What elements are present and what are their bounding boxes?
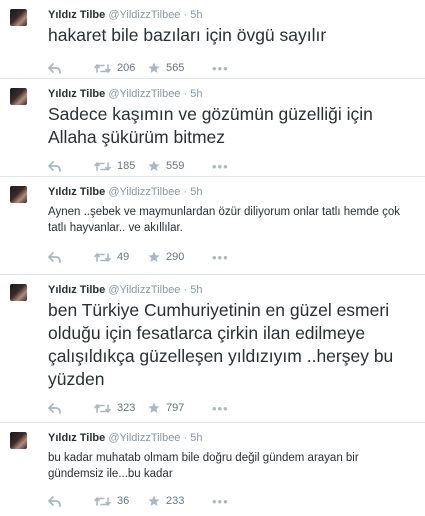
reply-icon (48, 402, 61, 414)
reply-button[interactable] (48, 495, 94, 507)
user-handle[interactable]: @YildizzTilbee (108, 9, 180, 21)
retweet-icon (94, 63, 111, 74)
favorite-button[interactable]: 233 (148, 495, 212, 507)
tweet-header: Yıldız Tilbe @YildizzTilbee · 5h (48, 283, 415, 297)
reply-button[interactable] (48, 160, 94, 172)
retweet-button[interactable]: 185 (94, 160, 148, 172)
more-icon: ••• (212, 249, 229, 265)
tweet-actions: 323 797 ••• (48, 393, 415, 423)
retweet-icon (94, 403, 111, 414)
favorite-button[interactable]: 565 (148, 62, 212, 74)
tweet-header: Yıldız Tilbe @YildizzTilbee · 5h (48, 431, 415, 445)
more-icon: ••• (212, 400, 229, 416)
timestamp[interactable]: 5h (190, 284, 202, 296)
reply-button[interactable] (48, 62, 94, 74)
timestamp[interactable]: 5h (190, 186, 202, 198)
tweet-feed: Yıldız Tilbe @YildizzTilbee · 5h hakaret… (0, 0, 425, 513)
retweet-icon (94, 161, 111, 172)
reply-icon (48, 251, 61, 263)
avatar[interactable] (10, 284, 27, 301)
retweet-button[interactable]: 36 (94, 495, 148, 507)
more-icon: ••• (212, 158, 229, 174)
retweet-button[interactable]: 323 (94, 402, 148, 414)
tweet-text: Aynen ..şebek ve maymunlardan özür diliy… (48, 206, 400, 234)
user-handle[interactable]: @YildizzTilbee (108, 88, 180, 100)
retweet-count: 49 (117, 251, 130, 263)
reply-button[interactable] (48, 402, 94, 414)
user-handle[interactable]: @YildizzTilbee (108, 284, 180, 296)
tweet[interactable]: Yıldız Tilbe @YildizzTilbee · 5h bu kada… (0, 423, 425, 513)
tweet-text: bu kadar muhatab olmam bile doğru değil … (48, 452, 359, 480)
reply-icon (48, 160, 61, 172)
tweet-text: Sadece kaşımın ve gözümün güzelliği için… (48, 104, 373, 147)
star-icon (148, 495, 160, 507)
separator-dot: · (183, 88, 188, 100)
retweet-button[interactable]: 206 (94, 62, 148, 74)
separator-dot: · (183, 9, 188, 21)
tweet-text: hakaret bile bazıları için övgü sayılır (48, 25, 327, 45)
favorite-button[interactable]: 797 (148, 402, 212, 414)
favorite-count: 559 (166, 160, 185, 172)
reply-button[interactable] (48, 251, 94, 263)
tweet[interactable]: Yıldız Tilbe @YildizzTilbee · 5h Sadece … (0, 79, 425, 177)
favorite-count: 565 (166, 62, 185, 74)
reply-icon (48, 495, 61, 507)
tweet[interactable]: Yıldız Tilbe @YildizzTilbee · 5h hakaret… (0, 0, 425, 79)
star-icon (148, 251, 160, 263)
tweet-actions: 36 233 ••• (48, 486, 415, 516)
avatar[interactable] (10, 9, 27, 26)
retweet-count: 36 (117, 495, 130, 507)
separator-dot: · (183, 284, 188, 296)
more-button[interactable]: ••• (212, 250, 229, 265)
timestamp[interactable]: 5h (190, 432, 202, 444)
avatar[interactable] (10, 88, 27, 105)
separator-dot: · (183, 186, 188, 198)
favorite-count: 233 (166, 495, 185, 507)
retweet-icon (94, 252, 111, 263)
separator-dot: · (183, 432, 188, 444)
reply-icon (48, 62, 61, 74)
tweet[interactable]: Yıldız Tilbe @YildizzTilbee · 5h ben Tür… (0, 275, 425, 423)
user-name[interactable]: Yıldız Tilbe (48, 432, 105, 444)
star-icon (148, 160, 160, 172)
tweet-header: Yıldız Tilbe @YildizzTilbee · 5h (48, 8, 415, 22)
tweet[interactable]: Yıldız Tilbe @YildizzTilbee · 5h Aynen .… (0, 177, 425, 275)
tweet-header: Yıldız Tilbe @YildizzTilbee · 5h (48, 87, 415, 101)
more-button[interactable]: ••• (212, 159, 229, 174)
favorite-count: 290 (166, 251, 185, 263)
tweet-text: ben Türkiye Cumhuriyetinin en güzel esme… (48, 300, 394, 389)
timestamp[interactable]: 5h (190, 88, 202, 100)
avatar[interactable] (10, 432, 27, 449)
user-handle[interactable]: @YildizzTilbee (108, 186, 180, 198)
retweet-count: 323 (117, 402, 136, 414)
user-name[interactable]: Yıldız Tilbe (48, 284, 105, 296)
favorite-button[interactable]: 290 (148, 251, 212, 263)
more-button[interactable]: ••• (212, 61, 229, 76)
retweet-button[interactable]: 49 (94, 251, 148, 263)
user-name[interactable]: Yıldız Tilbe (48, 186, 105, 198)
more-icon: ••• (212, 60, 229, 76)
tweet-actions: 49 290 ••• (48, 242, 415, 272)
retweet-count: 206 (117, 62, 136, 74)
tweet-header: Yıldız Tilbe @YildizzTilbee · 5h (48, 185, 415, 199)
favorite-button[interactable]: 559 (148, 160, 212, 172)
more-button[interactable]: ••• (212, 494, 229, 509)
user-name[interactable]: Yıldız Tilbe (48, 9, 105, 21)
retweet-count: 185 (117, 160, 136, 172)
user-handle[interactable]: @YildizzTilbee (108, 432, 180, 444)
avatar[interactable] (10, 186, 27, 203)
more-icon: ••• (212, 493, 229, 509)
more-button[interactable]: ••• (212, 401, 229, 416)
retweet-icon (94, 496, 111, 507)
user-name[interactable]: Yıldız Tilbe (48, 88, 105, 100)
star-icon (148, 402, 160, 414)
star-icon (148, 62, 160, 74)
timestamp[interactable]: 5h (190, 9, 202, 21)
favorite-count: 797 (166, 402, 185, 414)
